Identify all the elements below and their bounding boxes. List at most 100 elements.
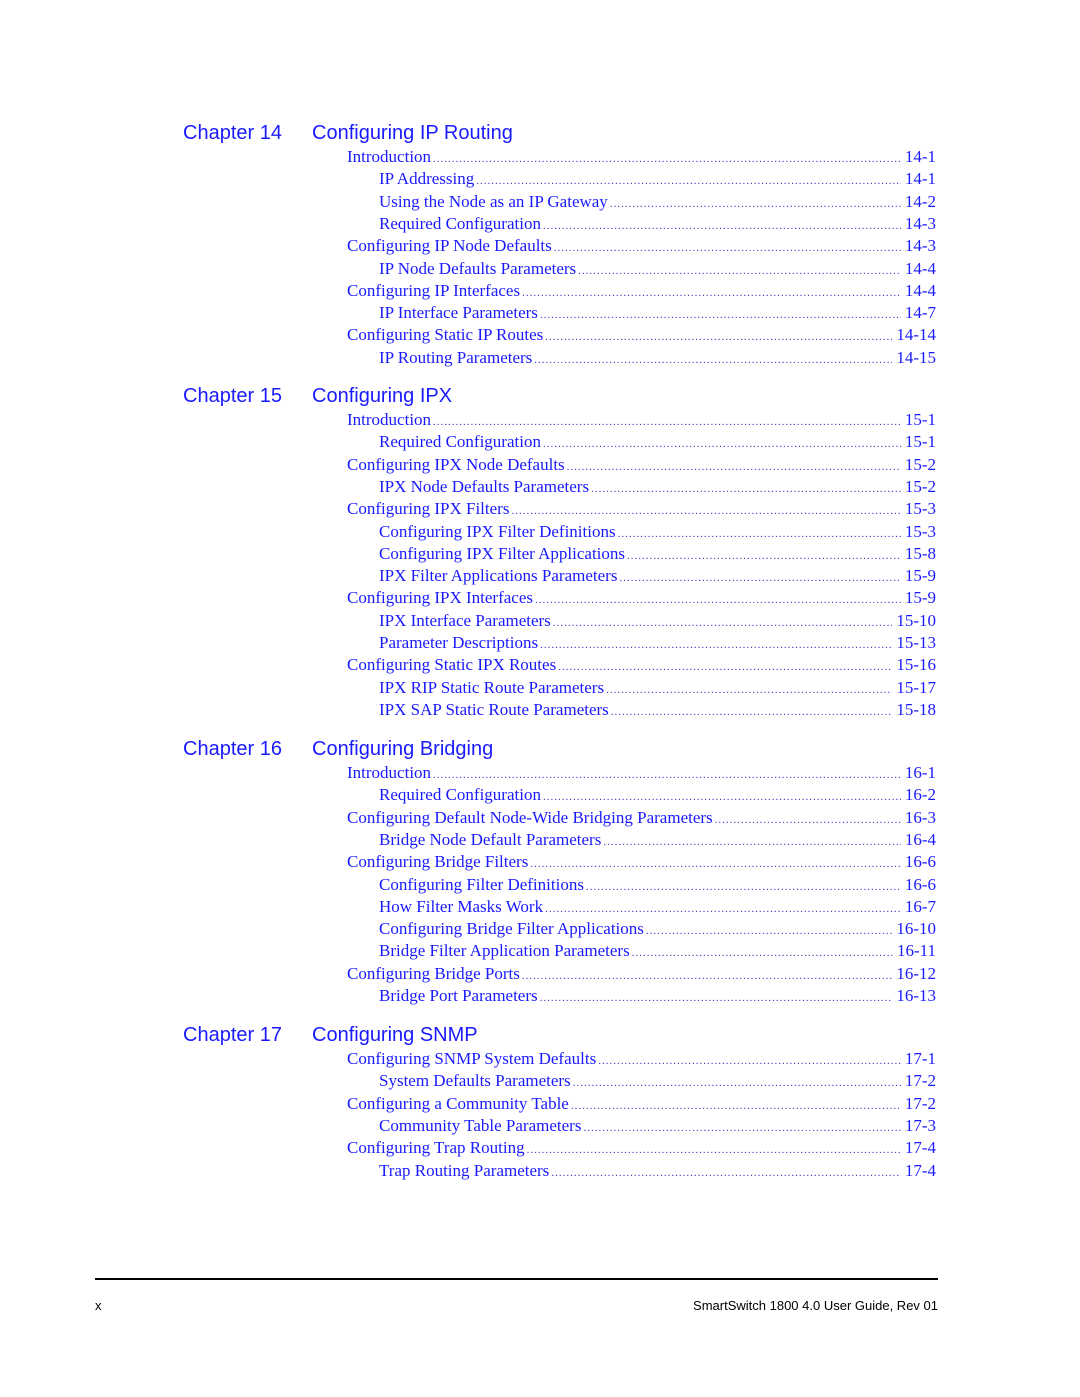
entry-label: IPX RIP Static Route Parameters <box>379 677 605 697</box>
dot-leader <box>632 947 893 959</box>
chapter-title: Configuring Bridging <box>312 738 494 760</box>
entry-label: Required Configuration <box>379 213 541 233</box>
entry-label: Configuring Static IP Routes <box>347 325 544 345</box>
toc-section-link[interactable]: Configuring IPX Node Defaults 15-2 <box>347 455 936 475</box>
toc-subsection-link[interactable]: Required Configuration 15-1 <box>379 432 936 452</box>
toc-subsection-link[interactable]: Configuring Filter Definitions 16-6 <box>379 875 936 895</box>
toc-subsection-link[interactable]: Bridge Node Default Parameters 16-4 <box>379 830 936 850</box>
entry-label: Required Configuration <box>379 785 541 805</box>
entry-page-number: 17-4 <box>904 1160 936 1180</box>
dot-leader <box>606 684 892 696</box>
entry-label: Configuring IP Interfaces <box>347 280 521 300</box>
entry-page-number: 15-2 <box>904 476 936 496</box>
chapter-number: Chapter 15 <box>183 385 282 407</box>
entry-label: Configuring IPX Node Defaults <box>347 454 565 474</box>
toc-section-link[interactable]: Introduction 14-1 <box>347 147 936 167</box>
toc-subsection-link[interactable]: IPX SAP Static Route Parameters 15-18 <box>379 700 936 720</box>
entry-label: Configuring a Community Table <box>347 1093 569 1113</box>
toc-section-link[interactable]: Configuring a Community Table 17-2 <box>347 1094 936 1114</box>
toc-subsection-link[interactable]: IP Interface Parameters 14-7 <box>379 303 936 323</box>
dot-leader <box>534 354 892 366</box>
dot-leader <box>646 925 892 937</box>
entry-label: Introduction <box>347 763 432 782</box>
toc-subsection-link[interactable]: IPX Interface Parameters 15-10 <box>379 611 936 631</box>
dot-leader <box>558 661 892 673</box>
dot-leader <box>573 1077 901 1089</box>
dot-leader <box>433 416 901 428</box>
dot-leader <box>554 242 901 254</box>
toc-section-link[interactable]: Configuring Trap Routing 17-4 <box>347 1138 936 1158</box>
dot-leader <box>540 639 892 651</box>
entry-label: Bridge Filter Application Parameters <box>379 941 630 961</box>
entry-page-number: 16-6 <box>904 852 936 872</box>
toc-section-link[interactable]: Configuring IP Node Defaults 14-3 <box>347 236 936 256</box>
dot-leader <box>551 1167 901 1179</box>
entry-label: Bridge Node Default Parameters <box>379 829 602 849</box>
dot-leader <box>583 1122 900 1134</box>
entry-label: IP Routing Parameters <box>379 347 533 367</box>
toc-section-link[interactable]: Configuring IP Interfaces 14-4 <box>347 281 936 301</box>
entry-label: Configuring IPX Interfaces <box>347 588 534 608</box>
footer-page-number: x <box>95 1298 102 1313</box>
entry-page-number: 14-3 <box>904 236 936 256</box>
entry-label: Using the Node as an IP Gateway <box>379 191 608 211</box>
toc-subsection-link[interactable]: Community Table Parameters 17-3 <box>379 1116 936 1136</box>
dot-leader <box>522 970 892 982</box>
toc-subsection-link[interactable]: Trap Routing Parameters 17-4 <box>379 1161 936 1181</box>
toc-section-link[interactable]: Configuring IPX Filters 15-3 <box>347 499 936 519</box>
toc-subsection-link[interactable]: Bridge Filter Application Parameters 16-1… <box>379 941 936 961</box>
toc-section-link[interactable]: Introduction 15-1 <box>347 410 936 430</box>
toc-section-link[interactable]: Configuring Bridge Filters 16-6 <box>347 852 936 872</box>
entry-label: Configuring IPX Filter Definitions <box>379 521 616 541</box>
footer-document-title: SmartSwitch 1800 4.0 User Guide, Rev 01 <box>693 1298 938 1313</box>
toc-section-link[interactable]: Configuring Default Node-Wide Bridging P… <box>347 808 936 828</box>
toc-subsection-link[interactable]: Configuring IPX Filter Applications 15-8 <box>379 544 936 564</box>
toc-section-link[interactable]: Configuring Static IP Routes 14-14 <box>347 325 936 345</box>
toc-subsection-link[interactable]: System Defaults Parameters 17-2 <box>379 1071 936 1091</box>
dot-leader <box>578 265 901 277</box>
toc-subsection-link[interactable]: IPX RIP Static Route Parameters 15-17 <box>379 678 936 698</box>
entry-page-number: 14-3 <box>904 213 936 233</box>
entry-label: Configuring Bridge Filters <box>347 852 529 872</box>
toc-section-link[interactable]: Configuring Static IPX Routes 15-16 <box>347 655 936 675</box>
dot-leader <box>535 594 901 606</box>
toc-subsection-link[interactable]: IP Node Defaults Parameters 14-4 <box>379 259 936 279</box>
dot-leader <box>540 992 893 1004</box>
toc-subsection-link[interactable]: Configuring IPX Filter Definitions 15-3 <box>379 522 936 542</box>
toc-subsection-link[interactable]: Using the Node as an IP Gateway 14-2 <box>379 192 936 212</box>
entry-label: Configuring IP Node Defaults <box>347 236 552 256</box>
toc-subsection-link[interactable]: Required Configuration 14-3 <box>379 214 936 234</box>
entry-page-number: 16-12 <box>896 963 936 983</box>
toc-subsection-link[interactable]: Required Configuration 16-2 <box>379 785 936 805</box>
entry-label: IP Addressing <box>379 169 475 189</box>
entry-page-number: 17-1 <box>904 1049 936 1068</box>
toc-subsection-link[interactable]: IPX Node Defaults Parameters 15-2 <box>379 477 936 497</box>
toc-subsection-link[interactable]: Configuring Bridge Filter Applications 16… <box>379 919 936 939</box>
dot-leader <box>611 706 893 718</box>
dot-leader <box>715 814 901 826</box>
entry-label: Configuring IPX Filter Applications <box>379 543 626 563</box>
chapter-title: Configuring IPX <box>312 385 453 407</box>
entry-page-number: 14-7 <box>904 303 936 323</box>
entry-page-number: 14-1 <box>904 147 936 166</box>
entry-page-number: 16-6 <box>904 874 936 894</box>
entry-page-number: 14-1 <box>904 169 936 189</box>
entry-label: IP Interface Parameters <box>379 303 538 323</box>
toc-subsection-link[interactable]: Bridge Port Parameters 16-13 <box>379 986 936 1006</box>
toc-subsection-link[interactable]: Parameter Descriptions 15-13 <box>379 633 936 653</box>
toc-section-link[interactable]: Configuring Bridge Ports 16-12 <box>347 964 936 984</box>
toc-section-link[interactable]: Configuring IPX Interfaces 15-9 <box>347 588 936 608</box>
toc-subsection-link[interactable]: IP Routing Parameters 14-15 <box>379 348 936 368</box>
toc-section-link[interactable]: Introduction 16-1 <box>347 763 936 783</box>
toc-section-link[interactable]: Configuring SNMP System Defaults 17-1 <box>347 1049 936 1069</box>
toc-subsection-link[interactable]: How Filter Masks Work 16-7 <box>379 897 936 917</box>
dot-leader <box>618 528 901 540</box>
dot-leader <box>603 836 900 848</box>
toc-subsection-link[interactable]: IPX Filter Applications Parameters 15-9 <box>379 566 936 586</box>
dot-leader <box>527 1144 901 1156</box>
dot-leader <box>586 881 901 893</box>
entry-label: Configuring IPX Filters <box>347 499 510 519</box>
entry-label: Introduction <box>347 147 432 166</box>
entry-page-number: 17-2 <box>904 1071 936 1091</box>
toc-subsection-link[interactable]: IP Addressing 14-1 <box>379 169 936 189</box>
